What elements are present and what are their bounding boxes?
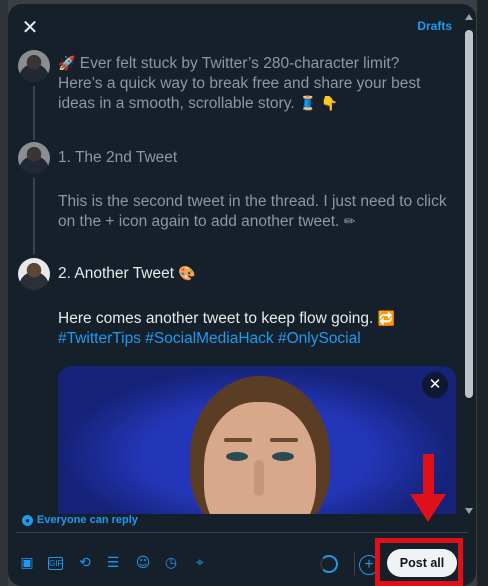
hashtag-link[interactable]: #OnlySocial [278, 330, 361, 347]
toolbar-divider [16, 532, 468, 533]
media-face [204, 402, 316, 514]
backdrop-right [476, 0, 488, 586]
tweet-2-title[interactable]: 1. The 2nd Tweet [58, 148, 448, 168]
tweet-3-text[interactable]: Here comes another tweet to keep flow go… [58, 309, 448, 349]
tweet-3-body: Here comes another tweet to keep flow go… [58, 310, 374, 327]
scroll-down-arrow-icon[interactable] [465, 508, 473, 514]
location-icon[interactable]: ⌖ [191, 554, 209, 572]
emoji-icon[interactable]: ☺ [134, 554, 152, 572]
image-icon[interactable]: ▣ [18, 554, 36, 572]
scrollbar-thumb[interactable] [465, 30, 473, 398]
tweet-1-body: Ever felt stuck by Twitter’s 280-charact… [58, 55, 421, 112]
compose-thread-dialog: ✕ Drafts 🚀 Ever felt stuck by Twitter’s … [8, 4, 476, 586]
attached-media-image: ✕ [58, 366, 456, 514]
tweet-3-title[interactable]: 2. Another Tweet 🎨 [58, 264, 448, 284]
thread-pointing-down-icon: 🧵 👇 [298, 96, 339, 112]
rocket-icon: 🚀 [58, 56, 76, 72]
toolbar-separator [354, 552, 355, 576]
thread-connector [33, 178, 35, 254]
globe-icon: ● [22, 514, 33, 526]
hashtag-link[interactable]: #TwitterTips [58, 330, 141, 347]
post-all-button[interactable]: Post all [387, 549, 457, 577]
close-icon[interactable]: ✕ [16, 14, 44, 42]
annotation-arrow [423, 454, 434, 496]
tweet-1-text[interactable]: 🚀 Ever felt stuck by Twitter’s 280-chara… [58, 54, 448, 114]
avatar [18, 50, 50, 82]
palette-icon: 🎨 [178, 266, 196, 282]
avatar [18, 258, 50, 290]
media-eye [272, 452, 294, 461]
pencil-icon: ✏ [343, 214, 356, 230]
character-count-ring [320, 555, 338, 573]
thread-connector [33, 86, 35, 140]
drafts-button[interactable]: Drafts [417, 19, 452, 33]
remove-media-close-icon[interactable]: ✕ [422, 372, 448, 398]
poll-icon[interactable]: ☰ [104, 554, 122, 572]
media-brow [270, 438, 298, 442]
reply-setting-button[interactable]: ● Everyone can reply [22, 514, 138, 526]
media-eye [226, 452, 248, 461]
repeat-icon: 🔁 [377, 311, 396, 327]
media-brow [224, 438, 252, 442]
tweet-2-body: This is the second tweet in the thread. … [58, 193, 447, 230]
reply-setting-label: Everyone can reply [37, 514, 138, 526]
backdrop-left [0, 0, 8, 586]
grok-icon[interactable]: ⟲ [76, 554, 94, 572]
tweet-3-title-text: 2. Another Tweet [58, 265, 175, 282]
hashtag-link[interactable]: #SocialMediaHack [145, 330, 273, 347]
media-nose [254, 460, 264, 496]
gif-icon[interactable]: GIF [48, 557, 63, 570]
tweet-2-text[interactable]: This is the second tweet in the thread. … [58, 192, 448, 232]
scroll-up-arrow-icon[interactable] [465, 14, 473, 20]
schedule-icon[interactable]: ◷ [162, 554, 180, 572]
avatar [18, 142, 50, 174]
annotation-arrow-head [410, 494, 446, 522]
